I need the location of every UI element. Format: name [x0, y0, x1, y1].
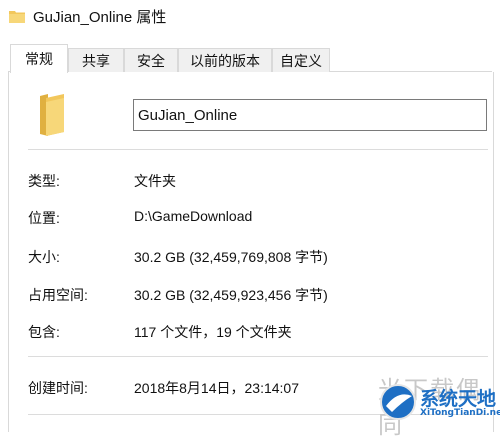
globe-logo-icon: [380, 384, 416, 420]
window-title: GuJian_Online 属性: [33, 9, 167, 26]
tab-security[interactable]: 安全: [124, 48, 178, 72]
size-label: 大小:: [28, 249, 60, 265]
tab-sharing[interactable]: 共享: [68, 48, 124, 72]
folder-icon: [40, 94, 64, 136]
watermark-brand: 系统天地: [420, 388, 497, 410]
created-value: 2018年8月14日，23:14:07: [134, 380, 299, 396]
contains-value: 117 个文件，19 个文件夹: [134, 324, 292, 340]
separator: [28, 149, 488, 150]
tab-general[interactable]: 常规: [10, 44, 68, 73]
location-value: D:\GameDownload: [134, 208, 253, 224]
title-bar: GuJian_Online 属性: [0, 0, 500, 34]
size-on-disk-label: 占用空间:: [28, 287, 88, 303]
size-on-disk-value: 30.2 GB (32,459,923,456 字节): [134, 287, 328, 303]
type-value: 文件夹: [134, 173, 176, 189]
created-label: 创建时间:: [28, 380, 88, 396]
type-label: 类型:: [28, 173, 60, 189]
folder-icon: [9, 11, 25, 23]
tab-customize[interactable]: 自定义: [272, 48, 330, 72]
tab-previous-versions[interactable]: 以前的版本: [178, 48, 272, 72]
size-value: 30.2 GB (32,459,769,808 字节): [134, 249, 328, 265]
separator: [28, 356, 488, 357]
folder-name-input[interactable]: [133, 99, 487, 131]
contains-label: 包含:: [28, 324, 60, 340]
location-label: 位置:: [28, 210, 60, 226]
watermark-url: XiTongTianDi.net: [420, 408, 500, 418]
site-watermark: 光下载偶同 系统天地 XiTongTianDi.net: [330, 370, 500, 439]
